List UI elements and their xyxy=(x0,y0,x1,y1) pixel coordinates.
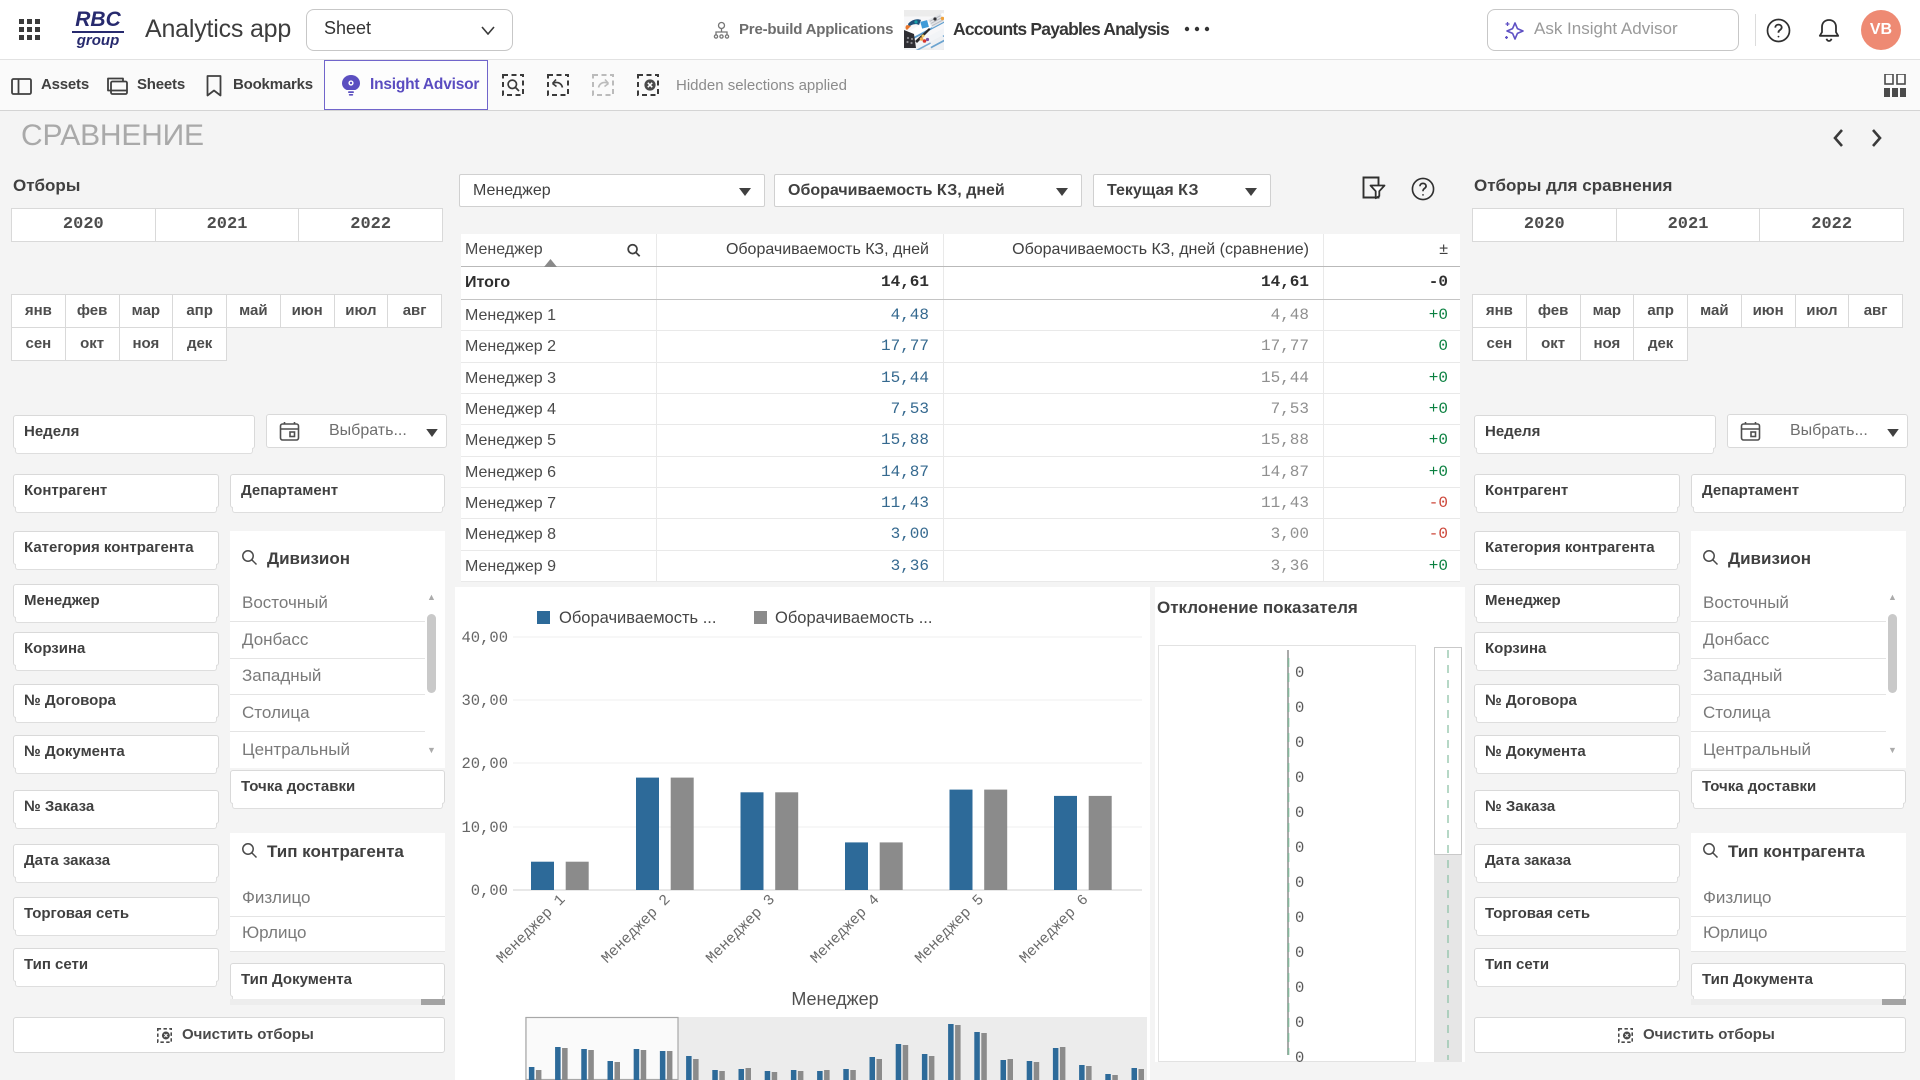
svg-text:0: 0 xyxy=(1295,909,1304,927)
svg-text:10,00: 10,00 xyxy=(461,819,508,837)
svg-text:0: 0 xyxy=(1295,769,1304,787)
svg-text:0: 0 xyxy=(1295,1049,1304,1062)
svg-text:40,00: 40,00 xyxy=(461,629,508,647)
svg-text:0: 0 xyxy=(1295,979,1304,997)
svg-text:Оборачиваемость ...: Оборачиваемость ... xyxy=(775,609,932,627)
svg-text:0,00: 0,00 xyxy=(471,882,508,900)
svg-text:Оборачиваемость ...: Оборачиваемость ... xyxy=(559,609,716,627)
svg-text:Менеджер 2: Менеджер 2 xyxy=(599,892,675,968)
svg-text:0: 0 xyxy=(1295,839,1304,857)
svg-text:Менеджер: Менеджер xyxy=(791,989,878,1009)
svg-text:Менеджер 4: Менеджер 4 xyxy=(808,892,884,968)
svg-text:0: 0 xyxy=(1295,874,1304,892)
svg-text:Менеджер 5: Менеджер 5 xyxy=(912,892,988,968)
svg-text:Менеджер 3: Менеджер 3 xyxy=(703,892,779,968)
svg-text:0: 0 xyxy=(1295,944,1304,962)
svg-text:0: 0 xyxy=(1295,664,1304,682)
svg-text:0: 0 xyxy=(1295,1014,1304,1032)
svg-text:20,00: 20,00 xyxy=(461,755,508,773)
svg-text:0: 0 xyxy=(1295,734,1304,752)
svg-text:Менеджер 6: Менеджер 6 xyxy=(1017,892,1093,968)
svg-text:Менеджер 1: Менеджер 1 xyxy=(494,892,570,968)
svg-text:0: 0 xyxy=(1295,699,1304,717)
svg-text:30,00: 30,00 xyxy=(461,692,508,710)
svg-text:0: 0 xyxy=(1295,804,1304,822)
